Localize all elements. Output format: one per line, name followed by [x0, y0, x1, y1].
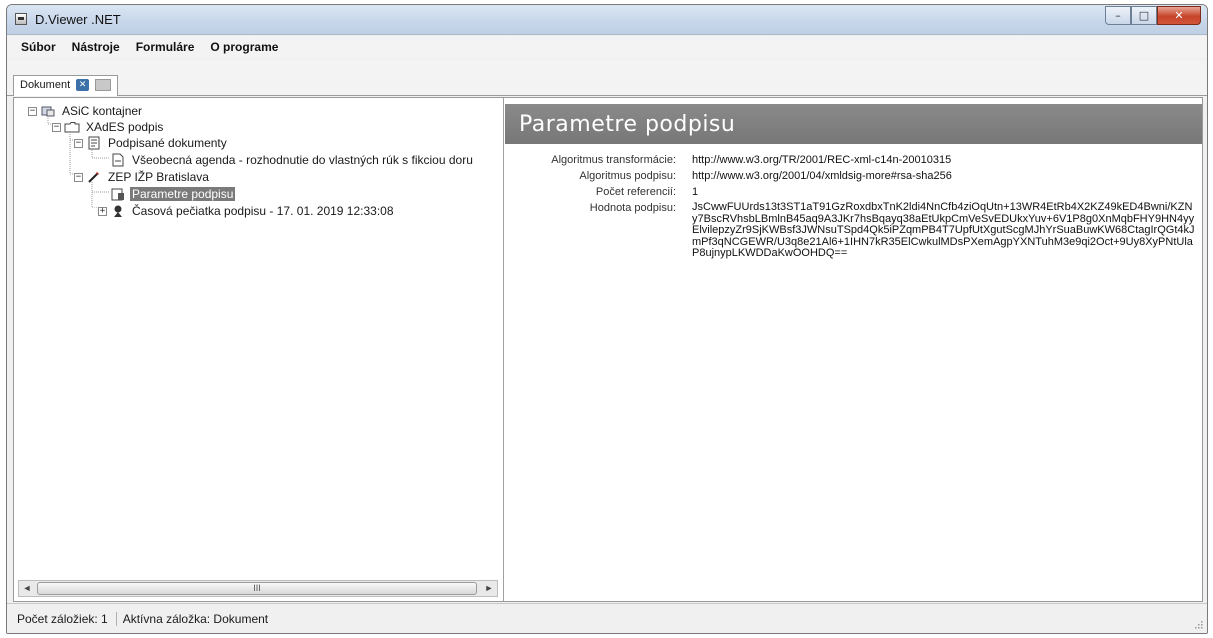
scroll-left-icon[interactable]: ◄ [19, 581, 35, 596]
status-bar: Počet záložiek: 1 Aktívna záložka: Dokum… [7, 603, 1207, 633]
horizontal-scrollbar[interactable]: ◄ III ► [18, 580, 498, 597]
app-icon[interactable] [15, 13, 27, 25]
maximize-button[interactable]: □ [1131, 6, 1157, 25]
timestamp-icon [110, 204, 126, 218]
tree-node-signature-parameters[interactable]: Parametre podpisu [110, 185, 236, 203]
main-content: − ASiC kontajner − XAdES podpis − Podpis… [13, 97, 1203, 602]
expand-icon[interactable]: + [98, 206, 107, 216]
property-row: Algoritmus transformácie: http://www.w3.… [505, 154, 1202, 170]
collapse-icon[interactable]: − [28, 106, 37, 116]
tab-document-label: Dokument [20, 79, 71, 91]
scrollbar-thumb[interactable]: III [37, 582, 477, 595]
collapse-icon[interactable]: − [74, 138, 83, 148]
documents-icon [86, 136, 102, 150]
container-icon [40, 104, 56, 118]
folder-icon [64, 120, 80, 134]
title-bar[interactable]: D.Viewer .NET – □ ✕ [7, 5, 1207, 35]
tree-node-agenda-document[interactable]: Všeobecná agenda - rozhodnutie do vlastn… [110, 151, 475, 169]
tree-node-label: Podpisané dokumenty [108, 136, 227, 150]
window-controls: – □ ✕ [1105, 6, 1201, 26]
tree-node-label: ASiC kontajner [62, 104, 143, 118]
tree-node-label: Všeobecná agenda - rozhodnutie do vlastn… [132, 153, 473, 167]
menu-file[interactable]: Súbor [21, 40, 56, 54]
property-value: 1 [692, 186, 699, 198]
tab-strip: Dokument ✕ [7, 60, 1207, 96]
minimize-icon: – [1115, 9, 1121, 22]
property-row: Algoritmus podpisu: http://www.w3.org/20… [505, 170, 1202, 186]
tab-close-icon[interactable]: ✕ [76, 79, 90, 91]
tab-new-placeholder[interactable] [95, 79, 112, 91]
document-icon [110, 153, 126, 167]
tree-node-label: ZEP IŽP Bratislava [108, 170, 209, 184]
tree-node-timestamp[interactable]: + Časová pečiatka podpisu - 17. 01. 2019… [98, 202, 396, 220]
close-icon: ✕ [1174, 9, 1184, 22]
scroll-right-icon[interactable]: ► [481, 581, 497, 596]
signature-value: JsCwwFUUrds13t3ST1aT91GzRoxdbxTnK2ldi4Nn… [692, 201, 1195, 260]
window-title: D.Viewer .NET [35, 12, 121, 27]
tree-node-signed-documents[interactable]: − Podpisané dokumenty [74, 134, 229, 152]
property-key: Algoritmus podpisu: [579, 170, 676, 182]
document-tree: − ASiC kontajner − XAdES podpis − Podpis… [14, 98, 503, 578]
close-button[interactable]: ✕ [1157, 6, 1201, 25]
collapse-icon[interactable]: − [74, 172, 83, 182]
detail-pane: Parametre podpisu Algoritmus transformác… [505, 98, 1202, 601]
tree-node-label: Časová pečiatka podpisu - 17. 01. 2019 1… [132, 204, 394, 218]
property-key: Hodnota podpisu: [589, 202, 676, 214]
menu-about[interactable]: O programe [210, 40, 278, 54]
property-key: Algoritmus transformácie: [551, 154, 676, 166]
detail-header: Parametre podpisu [505, 104, 1202, 144]
property-row: Počet referencií: 1 [505, 186, 1202, 202]
menu-bar: Súbor Nástroje Formuláre O programe [7, 36, 1207, 58]
status-bookmarks-count: Počet záložiek: 1 [17, 611, 117, 626]
resize-grip-icon[interactable] [1193, 619, 1203, 629]
minimize-button[interactable]: – [1105, 6, 1131, 25]
parameters-icon [110, 187, 126, 201]
app-window: D.Viewer .NET – □ ✕ Súbor Nástroje Formu… [6, 4, 1208, 634]
tree-node-label: XAdES podpis [86, 120, 164, 134]
property-value: http://www.w3.org/TR/2001/REC-xml-c14n-2… [692, 154, 952, 166]
maximize-icon: □ [1138, 9, 1150, 22]
collapse-icon[interactable]: − [52, 122, 61, 132]
tab-document[interactable]: Dokument ✕ [13, 75, 119, 96]
status-active-bookmark: Aktívna záložka: Dokument [122, 611, 269, 626]
property-row-signature: Hodnota podpisu: JsCwwFUUrds13t3ST1aT91G… [505, 201, 1202, 282]
pen-icon [86, 170, 102, 184]
menu-forms[interactable]: Formuláre [136, 40, 195, 54]
properties-list: Algoritmus transformácie: http://www.w3.… [505, 154, 1202, 282]
tree-pane: − ASiC kontajner − XAdES podpis − Podpis… [14, 98, 504, 601]
tree-node-label: Parametre podpisu [130, 187, 236, 201]
property-key: Počet referencií: [595, 186, 676, 198]
menu-tools[interactable]: Nástroje [72, 40, 120, 54]
tree-node-zep-izp[interactable]: − ZEP IŽP Bratislava [74, 168, 211, 186]
property-value: http://www.w3.org/2001/04/xmldsig-more#r… [692, 170, 952, 182]
